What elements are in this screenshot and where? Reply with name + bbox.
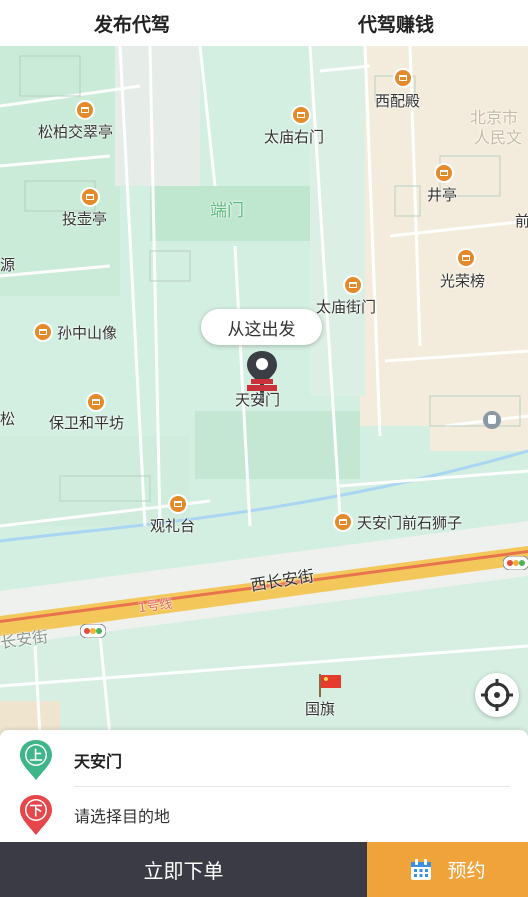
traffic-light-icon xyxy=(80,624,106,638)
calendar-icon xyxy=(411,858,432,880)
poi-label[interactable]: 观礼台 xyxy=(150,515,195,536)
poi-label: 前 xyxy=(515,212,528,230)
dropoff-marker-icon: 下 xyxy=(20,794,52,835)
poi-icon xyxy=(291,105,311,125)
poi-label[interactable]: 天安门前石狮子 xyxy=(357,512,462,533)
flag-icon xyxy=(319,674,341,697)
reserve-label: 预约 xyxy=(447,860,486,882)
poi-label[interactable]: 孙中山像 xyxy=(57,322,117,343)
poi-icon xyxy=(393,68,413,88)
pickup-marker-icon: 上 xyxy=(20,739,52,780)
poi-label[interactable]: 国旗 xyxy=(305,698,335,719)
pickup-row[interactable]: 上 天安门 xyxy=(0,732,528,787)
poi-icon xyxy=(434,163,454,183)
destination-row[interactable]: 下 请选择目的地 xyxy=(0,787,528,842)
dropoff-marker-text: 下 xyxy=(29,804,42,819)
poi-icon xyxy=(33,322,53,342)
poi-label: 松 xyxy=(0,410,16,428)
reserve-button[interactable]: 预约 xyxy=(367,842,528,897)
destination-placeholder: 请选择目的地 xyxy=(74,806,171,826)
poi-label[interactable]: 井亭 xyxy=(427,184,457,205)
tab-publish-driving[interactable]: 发布代驾 xyxy=(0,0,264,46)
poi-label-tiananmen[interactable]: 天安门 xyxy=(235,389,280,410)
poi-label: 源 xyxy=(0,256,16,274)
poi-label[interactable]: 太庙街门 xyxy=(316,296,376,317)
poi-icon xyxy=(456,248,476,268)
poi-label[interactable]: 西配殿 xyxy=(375,90,420,111)
poi-icon xyxy=(86,392,106,412)
traffic-light-icon xyxy=(503,556,528,570)
poi-label[interactable]: 太庙右门 xyxy=(264,126,324,147)
bottom-action-bar: 立即下单 预约 xyxy=(0,842,528,897)
locate-me-button[interactable] xyxy=(475,673,519,717)
poi-icon xyxy=(333,512,353,532)
poi-label-duanmen[interactable]: 端门 xyxy=(210,196,244,221)
poi-label[interactable]: 投壶亭 xyxy=(62,208,107,229)
pickup-location: 天安门 xyxy=(74,751,123,771)
poi-icon xyxy=(75,100,95,120)
pickup-marker-text: 上 xyxy=(29,749,42,764)
poi-label[interactable]: 光荣榜 xyxy=(440,270,485,291)
poi-label[interactable]: 松柏交翠亭 xyxy=(38,121,113,142)
transit-station-icon xyxy=(483,411,501,429)
top-tab-bar: 发布代驾 代驾赚钱 xyxy=(0,0,528,46)
poi-icon xyxy=(80,187,100,207)
route-panel: 上 天安门 下 请选择目的地 xyxy=(0,730,528,842)
poi-label[interactable]: 保卫和平坊 xyxy=(49,412,124,433)
order-now-button[interactable]: 立即下单 xyxy=(0,842,367,897)
poi-icon xyxy=(343,275,363,295)
crosshair-icon xyxy=(481,679,513,711)
poi-icon xyxy=(168,494,188,514)
start-here-bubble[interactable]: 从这出发 xyxy=(201,309,322,345)
map-view[interactable]: 西配殿 北京市 人民文 松柏交翠亭 太庙右门 井亭 投壶亭 端门 前 源 光荣榜… xyxy=(0,46,528,736)
poi-label: 人民文 xyxy=(474,128,523,147)
tab-earn-driving[interactable]: 代驾赚钱 xyxy=(264,0,528,46)
